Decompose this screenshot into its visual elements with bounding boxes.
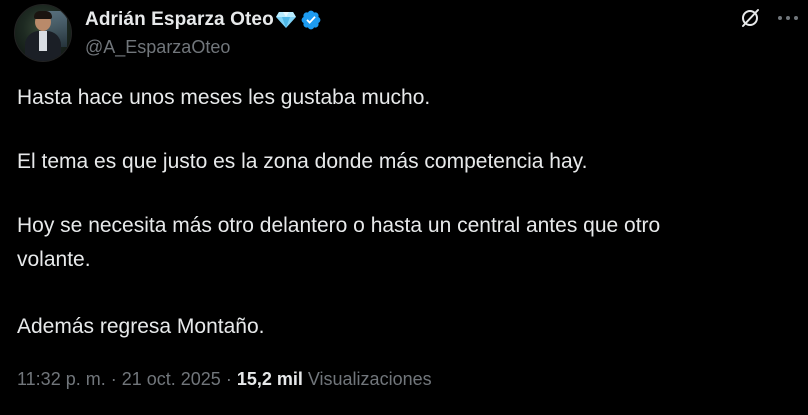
tweet-paragraph: Además regresa Montaño. [17,315,265,338]
views-label: Visualizaciones [307,369,432,389]
tweet-paragraph: volante. [17,248,91,271]
name-row: Adrián Esparza Oteo [85,8,322,32]
grok-icon[interactable] [738,6,762,30]
verified-icon[interactable] [300,9,322,31]
handle[interactable]: @A_EsparzaOteo [85,37,322,58]
separator: · [225,369,232,389]
timestamp[interactable]: 11:32 p. m. [17,369,106,390]
author-info: Adrián Esparza Oteo @A_EsparzaOteo [85,8,322,58]
tweet-card: Adrián Esparza Oteo @A_EsparzaOteo Hasta… [0,0,808,415]
tweet-paragraph: Hoy se necesita más otro delantero o has… [17,214,661,237]
display-name[interactable]: Adrián Esparza Oteo [85,9,274,31]
date[interactable]: 21 oct. 2025 [122,369,221,390]
separator: · [110,369,117,389]
views-count: 15,2 mil [236,369,303,389]
avatar[interactable] [14,4,72,62]
tweet-meta: 11:32 p. m. · 21 oct. 2025 · 15,2 mil Vi… [17,369,432,390]
tweet-header: Adrián Esparza Oteo @A_EsparzaOteo [14,4,322,62]
tweet-paragraph: Hasta hace unos meses les gustaba mucho. [17,86,431,109]
tweet-paragraph: El tema es que justo es la zona donde má… [17,150,588,173]
diamond-icon [275,11,297,29]
more-icon[interactable] [776,10,800,26]
